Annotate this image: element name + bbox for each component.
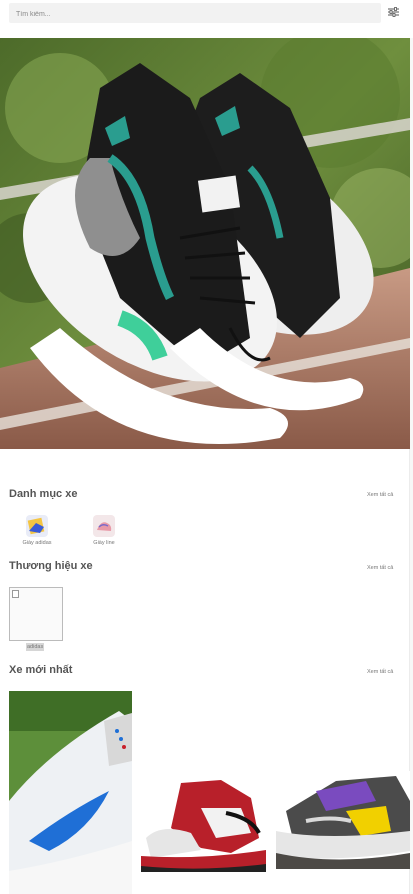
broken-image-icon bbox=[12, 590, 19, 598]
search-bar bbox=[9, 3, 381, 25]
product-card[interactable] bbox=[276, 771, 410, 869]
product-card[interactable] bbox=[141, 778, 267, 872]
latest-see-all-link[interactable]: Xem tất cả bbox=[367, 669, 393, 675]
latest-title: Xe mới nhất bbox=[9, 664, 73, 676]
hero-banner[interactable] bbox=[0, 38, 410, 449]
product-image bbox=[141, 778, 267, 872]
product-image bbox=[276, 771, 410, 869]
brand-logo bbox=[9, 587, 63, 641]
filter-button[interactable] bbox=[386, 5, 400, 19]
category-label: Giày line bbox=[93, 540, 115, 546]
category-item-line[interactable]: Giày line bbox=[84, 515, 124, 546]
category-label: Giày adidas bbox=[22, 540, 52, 546]
product-card[interactable] bbox=[9, 691, 132, 894]
category-item-adidas[interactable]: Giày adidas bbox=[17, 515, 57, 546]
product-image bbox=[9, 691, 132, 894]
search-input[interactable] bbox=[9, 4, 381, 25]
brands-title: Thương hiệu xe bbox=[9, 560, 93, 572]
categories-see-all-link[interactable]: Xem tất cả bbox=[367, 492, 393, 498]
hero-shoe-image bbox=[0, 38, 410, 449]
category-thumbnail bbox=[93, 515, 115, 537]
categories-title: Danh mục xe bbox=[9, 488, 78, 500]
brand-label: adidas bbox=[26, 643, 45, 651]
brands-see-all-link[interactable]: Xem tất cả bbox=[367, 565, 393, 571]
brand-item-adidas[interactable]: adidas bbox=[9, 587, 64, 651]
sliders-icon bbox=[387, 7, 399, 17]
category-thumbnail bbox=[26, 515, 48, 537]
